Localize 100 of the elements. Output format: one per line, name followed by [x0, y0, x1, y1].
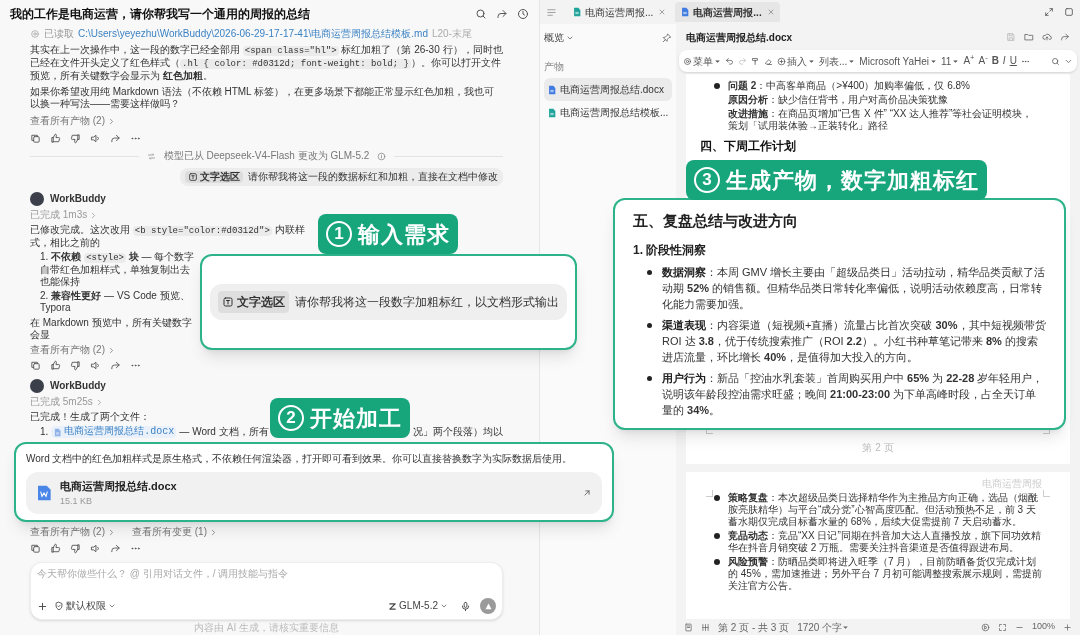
thumbs-up-icon[interactable]: [50, 543, 61, 554]
document-title: 电商运营周报总结.docx: [686, 30, 793, 45]
share-icon[interactable]: [110, 133, 121, 144]
plus-circle-icon: [777, 56, 786, 66]
share-icon[interactable]: [496, 8, 508, 20]
chat-title: 我的工作是电商运营，请你帮我写一个通用的周报的总结: [10, 6, 310, 23]
message-text: 请你帮我将这一段数字加粗标红，以文档形式输出: [295, 294, 559, 311]
zoom-in-icon[interactable]: [1063, 622, 1072, 632]
layout-icon[interactable]: [701, 622, 710, 632]
read-icon: [30, 29, 40, 39]
section-label: 产物: [544, 60, 565, 74]
copy-icon[interactable]: [30, 360, 41, 371]
info-icon: [377, 151, 387, 161]
document-text: 策略复盘：本次超级品类日选择精华作为主推品方向正确，选品（烟酰胺亮肤精华）与平台“成分党”心智高度匹配。但活动预热不足，前 3 天蓄水期仅完成目标蓄水量的 68%，后续大促需提前 7 天启动蓄水。: [728, 492, 1039, 528]
style-dropdown[interactable]: 列表...: [819, 53, 856, 69]
text-selection-chip: 文字选区: [218, 291, 289, 313]
file-list-item[interactable]: 电商运营周报总结模板...: [544, 101, 672, 124]
insight-text: 数据洞察：本周 GMV 增长主要由「超级品类日」活动拉动，精华品类贡献了活动期 52% 的销售额。但精华品类日常转化率偏低，说明活动依赖度高，日常转化能力需要加强。: [662, 264, 1046, 312]
chevron-right-icon: [209, 527, 218, 537]
artifacts-link[interactable]: 查看所有产物 (2): [30, 344, 116, 356]
avatar-icon: [30, 192, 44, 206]
list-number: 1.: [40, 426, 49, 438]
folder-icon[interactable]: [1024, 32, 1034, 42]
speaker-icon[interactable]: [90, 133, 101, 144]
document-text: 改进措施：在商品页增加“已售 X 件” “XX 达人推荐”等社会证明模块，策划「试用装体验→正装转化」路径: [728, 108, 1034, 132]
thumbs-up-icon[interactable]: [50, 133, 61, 144]
pin-icon[interactable]: [662, 32, 672, 43]
speaker-icon[interactable]: [90, 360, 101, 371]
editor-tab[interactable]: 电商运营周报...: [567, 2, 672, 22]
model-switch-note: 模型已从 Deepseek-V4-Flash 更改为 GLM-5.2: [163, 150, 370, 162]
list-item-text: 1. 不依赖 <style> 块 — 每个数字自带红色加粗样式，单独复制出去也能保持: [40, 251, 195, 288]
caret-icon: [842, 623, 850, 631]
menu-button[interactable]: 菜单: [683, 53, 721, 69]
model-dropdown[interactable]: GLM-5.2: [388, 600, 448, 612]
artifacts-link[interactable]: 查看所有产物 (2): [30, 115, 116, 127]
overview-dropdown[interactable]: 概览: [544, 30, 574, 45]
artifacts-link[interactable]: 查看所有变更 (1): [132, 526, 218, 538]
file-list-item[interactable]: 电商运营周报总结.docx: [544, 78, 672, 101]
file-card[interactable]: 电商运营周报总结.docx 15.1 KB: [26, 472, 602, 514]
format-button[interactable]: A$^{+}$: [963, 56, 975, 66]
microphone-icon[interactable]: [460, 600, 471, 612]
editor-tab[interactable]: 电商运营周报...: [675, 2, 780, 22]
thumbs-down-icon[interactable]: [70, 360, 81, 371]
history-icon[interactable]: [517, 8, 529, 20]
search-icon[interactable]: [475, 8, 487, 20]
format-button[interactable]: B: [991, 56, 999, 66]
page-count: 第 2 页 - 共 3 页: [718, 620, 790, 635]
plus-icon[interactable]: [37, 600, 48, 612]
permission-dropdown[interactable]: 默认权限: [54, 600, 116, 612]
chevron-down-icon: [440, 602, 448, 610]
share-icon[interactable]: [110, 543, 121, 554]
close-icon[interactable]: [658, 8, 667, 16]
swap-icon: [146, 151, 156, 161]
share-icon[interactable]: [110, 360, 121, 371]
window-icon[interactable]: [1064, 7, 1074, 17]
file-path-link[interactable]: C:\Users\yeyezhu\WorkBuddy\2026-06-29-17-17-41\电商运营周报总结模板.md: [78, 28, 428, 40]
copy-icon[interactable]: [30, 133, 41, 144]
chevron-right-icon: [107, 345, 116, 355]
upload-icon[interactable]: [1042, 32, 1052, 42]
word-count-dropdown[interactable]: 1720 个字: [797, 619, 850, 635]
insert-button[interactable]: 插入: [777, 53, 815, 69]
message-paragraph: 已完成！生成了两个文件：: [30, 411, 150, 423]
format-painter-icon[interactable]: [751, 56, 760, 66]
document-text: 竞品动态：竞品“XX 日记”同期在抖音加大达人直播投放，旗下同功效精华在抖音月销突破 2 万瓶。需要关注抖音渠道是否值得跟进布局。: [728, 530, 1042, 554]
share-icon[interactable]: [1060, 32, 1070, 42]
format-button[interactable]: U: [1009, 56, 1017, 66]
thumbs-down-icon[interactable]: [70, 133, 81, 144]
text-selection-icon: [222, 296, 234, 308]
format-button[interactable]: A$^{-}$: [978, 56, 988, 66]
copy-icon[interactable]: [30, 543, 41, 554]
undo-icon[interactable]: [725, 56, 734, 66]
shield-icon: [54, 601, 64, 611]
menu-icon[interactable]: [546, 6, 557, 18]
insight-text: 用户行为：新品「控油水乳套装」首周购买用户中 65% 为 22-28 岁年轻用户，说明该年龄段控油需求旺盛；晚间 21:00-23:00 为下单高峰时段，占全天订单量的 34%。: [662, 370, 1045, 418]
text-selection-chip: 文字选区: [185, 171, 243, 183]
subsection-heading: 1. 阶段性洞察: [633, 241, 708, 259]
fullscreen-icon[interactable]: [997, 622, 1007, 632]
file-link[interactable]: 电商运营周报总结.docx: [51, 426, 177, 438]
thumbs-up-icon[interactable]: [50, 360, 61, 371]
search-icon[interactable]: [1051, 56, 1060, 66]
font-dropdown[interactable]: Microsoft YaHei: [859, 53, 937, 69]
format-button[interactable]: I: [1002, 56, 1006, 66]
list-item-text: — Word 文档，所有: [179, 426, 269, 438]
expand-icon[interactable]: [1044, 7, 1054, 17]
document-icon: [36, 484, 52, 502]
line-range: L20-末尾: [431, 28, 472, 40]
font-size-dropdown[interactable]: 11: [941, 53, 960, 69]
page-icon[interactable]: [684, 622, 693, 632]
send-button[interactable]: [480, 598, 496, 614]
message-input-field[interactable]: 今天帮你做些什么？ @ 引用对话文件，/ 调用技能与指令 默认权限 GLM-5.2: [30, 562, 503, 620]
speaker-icon[interactable]: [90, 543, 101, 554]
message-paragraph: 在 Markdown 预览中，所有关键数字会显: [30, 317, 193, 341]
thumbs-down-icon[interactable]: [70, 543, 81, 554]
play-icon[interactable]: [980, 622, 990, 632]
eraser-icon[interactable]: [764, 56, 773, 66]
open-external-icon: [582, 488, 592, 498]
author-name: WorkBuddy: [50, 380, 106, 392]
step-title: 生成产物，数字加粗标红: [726, 166, 979, 195]
artifacts-link[interactable]: 查看所有产物 (2): [30, 526, 116, 538]
file-name: 电商运营周报总结.docx: [60, 479, 177, 494]
